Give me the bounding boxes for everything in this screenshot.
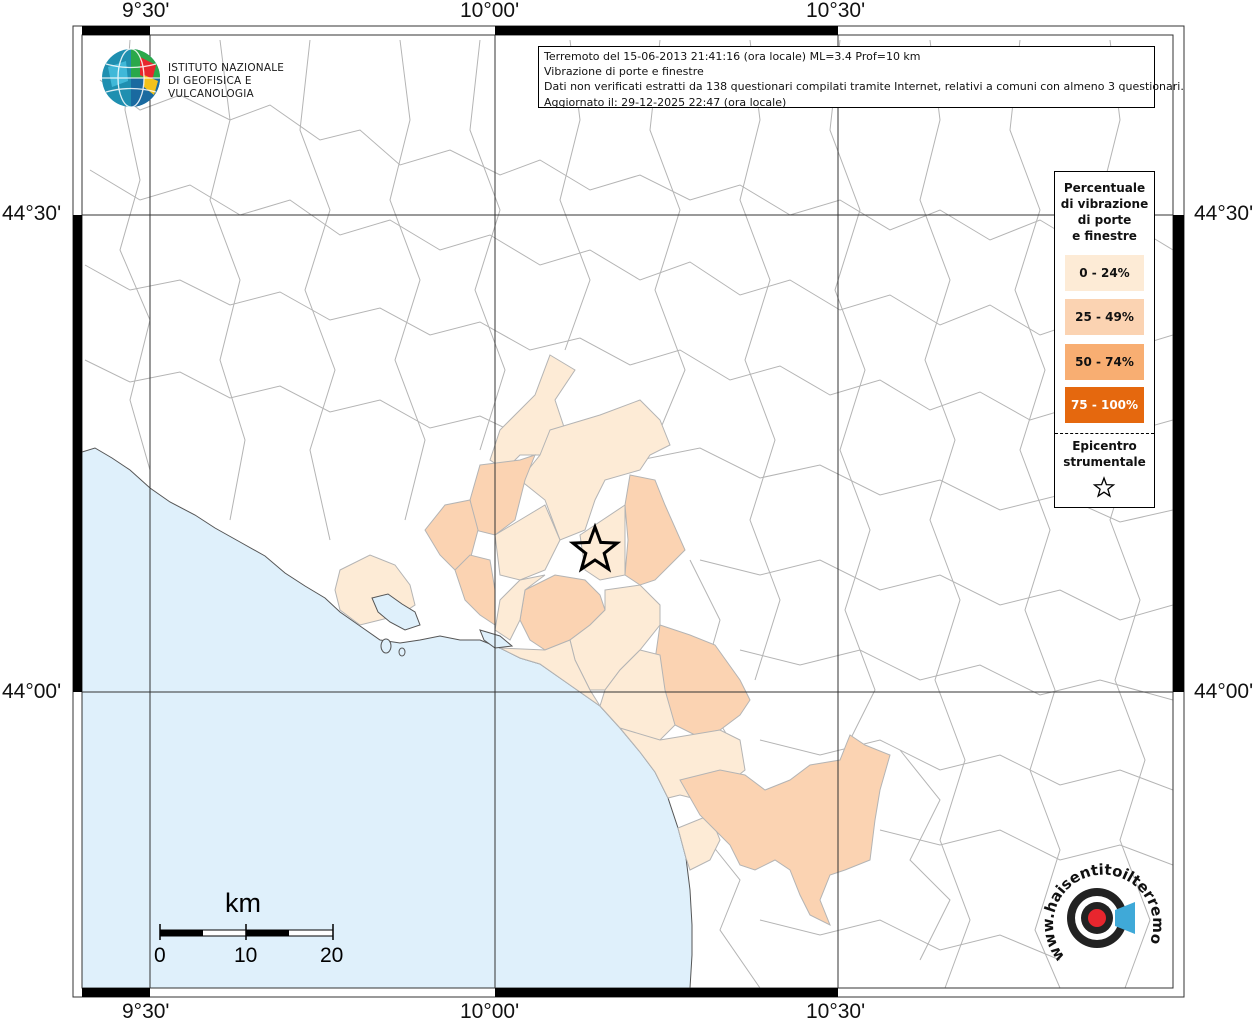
lon-label-top-1: 9°30' [122, 0, 170, 22]
scale-bar-tick-0: 0 [154, 944, 166, 967]
lon-label-bottom-3: 10°30' [806, 1000, 866, 1023]
legend-class-50-74: 50 - 74% [1065, 344, 1144, 380]
legend-title-line2: di vibrazione [1060, 197, 1149, 211]
legend-epicenter-line1: Epicentro [1072, 439, 1137, 453]
lon-label-bottom-2: 10°00' [460, 1000, 520, 1023]
lon-label-bottom-1: 9°30' [122, 1000, 170, 1023]
star-icon [1092, 476, 1116, 498]
event-info-box: Terremoto del 15-06-2013 21:41:16 (ora l… [538, 46, 1184, 109]
event-info-line4: Aggiornato il: 29-12-2025 22:47 (ora loc… [544, 95, 787, 109]
event-info-line1: Terremoto del 15-06-2013 21:41:16 (ora l… [544, 50, 921, 63]
legend-title-line1: Percentuale [1063, 181, 1146, 195]
scale-bar-tick-20: 20 [320, 944, 344, 967]
ingv-logo-text: ISTITUTO NAZIONALE DI GEOFISICA E VULCAN… [168, 62, 340, 101]
scale-bar-unit: km [225, 888, 261, 918]
hsit-logo: www.haisentitoilterremoto.it [1035, 862, 1165, 965]
legend-title: Percentuale di vibrazione di porte e fin… [1055, 180, 1154, 244]
legend-class-0-24: 0 - 24% [1065, 255, 1144, 291]
legend-title-line3: di porte [1077, 213, 1132, 227]
globe-icon [102, 48, 160, 108]
ingv-logo-line2: DI GEOFISICA E VULCANOLOGIA [168, 75, 254, 100]
lat-label-left-2: 44°00' [2, 680, 62, 703]
ingv-logo: ISTITUTO NAZIONALE DI GEOFISICA E VULCAN… [100, 47, 340, 109]
legend: Percentuale di vibrazione di porte e fin… [1054, 171, 1155, 508]
legend-title-line4: e finestre [1072, 229, 1137, 243]
lon-label-top-3: 10°30' [806, 0, 866, 22]
lat-label-left-1: 44°30' [2, 202, 62, 225]
legend-epicenter-title: Epicentro strumentale [1055, 438, 1154, 470]
event-info-line3: Dati non verificati estratti da 138 ques… [544, 80, 1184, 94]
legend-class-25-49: 25 - 49% [1065, 299, 1144, 335]
legend-class-75-100: 75 - 100% [1065, 387, 1144, 423]
legend-epicenter-line2: strumentale [1063, 455, 1146, 469]
event-info-line2: Vibrazione di porte e finestre [544, 65, 704, 79]
lat-label-right-1: 44°30' [1194, 202, 1254, 225]
lat-label-right-2: 44°00' [1194, 680, 1254, 703]
scale-bar-tick-10: 10 [234, 944, 258, 967]
lon-label-top-2: 10°00' [460, 0, 520, 22]
legend-separator [1055, 433, 1154, 434]
ingv-logo-line1: ISTITUTO NAZIONALE [168, 62, 285, 74]
